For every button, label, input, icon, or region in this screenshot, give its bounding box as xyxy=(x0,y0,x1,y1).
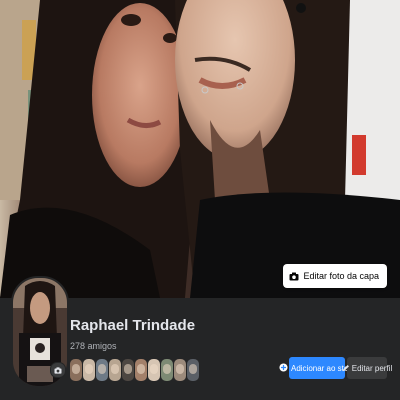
plus-circle-icon xyxy=(279,359,288,377)
pencil-icon xyxy=(342,359,350,377)
friend-avatar[interactable] xyxy=(186,358,200,382)
friend-avatar-face xyxy=(98,364,106,374)
cover-photo[interactable]: Editar foto da capa xyxy=(0,0,400,298)
camera-icon xyxy=(54,361,62,379)
friend-avatar-face xyxy=(124,364,132,374)
friend-avatar-face xyxy=(176,364,184,374)
friend-avatar-face xyxy=(150,364,158,374)
friend-avatars-row xyxy=(69,358,200,382)
friend-avatar-face xyxy=(137,364,145,374)
friend-avatar-face xyxy=(163,364,171,374)
friend-avatar[interactable] xyxy=(173,358,187,382)
friend-avatar-face xyxy=(85,364,93,374)
camera-icon xyxy=(289,272,299,281)
friends-count-link[interactable]: 278 amigos xyxy=(70,341,117,351)
friend-avatar[interactable] xyxy=(134,358,148,382)
friend-avatar[interactable] xyxy=(69,358,83,382)
friend-avatar[interactable] xyxy=(108,358,122,382)
edit-profile-label: Editar perfil xyxy=(351,363,393,373)
friend-avatar[interactable] xyxy=(147,358,161,382)
friend-avatar-face xyxy=(72,364,80,374)
friend-avatar-face xyxy=(189,364,197,374)
friend-avatar[interactable] xyxy=(160,358,174,382)
profile-name: Raphael Trindade xyxy=(70,317,196,334)
friend-avatar[interactable] xyxy=(95,358,109,382)
update-avatar-button[interactable] xyxy=(50,362,66,378)
friend-avatar[interactable] xyxy=(82,358,96,382)
add-to-story-button[interactable]: Adicionar ao story xyxy=(279,357,355,379)
cover-photo-image xyxy=(0,0,400,298)
edit-cover-photo-button[interactable]: Editar foto da capa xyxy=(283,264,387,288)
edit-profile-button[interactable]: Editar perfil xyxy=(342,357,392,379)
profile-page: Editar foto da capa Raphael Trindade 278… xyxy=(0,0,400,400)
friend-avatar[interactable] xyxy=(121,358,135,382)
friend-avatar-face xyxy=(111,364,119,374)
edit-cover-photo-label: Editar foto da capa xyxy=(303,271,379,281)
